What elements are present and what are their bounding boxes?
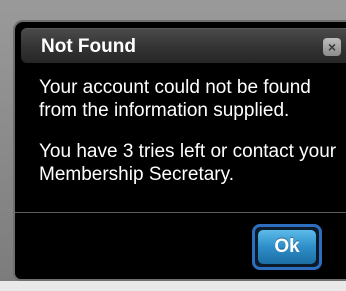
message-tries-left: You have 3 tries left or contact your Me… xyxy=(39,141,337,185)
backdrop-bottom-strip xyxy=(0,281,346,291)
ok-button[interactable]: Ok xyxy=(252,224,322,270)
close-icon[interactable]: × xyxy=(323,38,341,56)
not-found-dialog: Not Found × Your account could not be fo… xyxy=(13,20,346,281)
dialog-divider xyxy=(15,212,346,213)
ok-button-label: Ok xyxy=(258,230,316,264)
dialog-message: Your account could not be found from the… xyxy=(39,76,339,204)
dialog-title: Not Found xyxy=(41,36,136,57)
dialog-titlebar: Not Found × xyxy=(21,28,346,63)
message-account-not-found: Your account could not be found from the… xyxy=(39,77,311,121)
